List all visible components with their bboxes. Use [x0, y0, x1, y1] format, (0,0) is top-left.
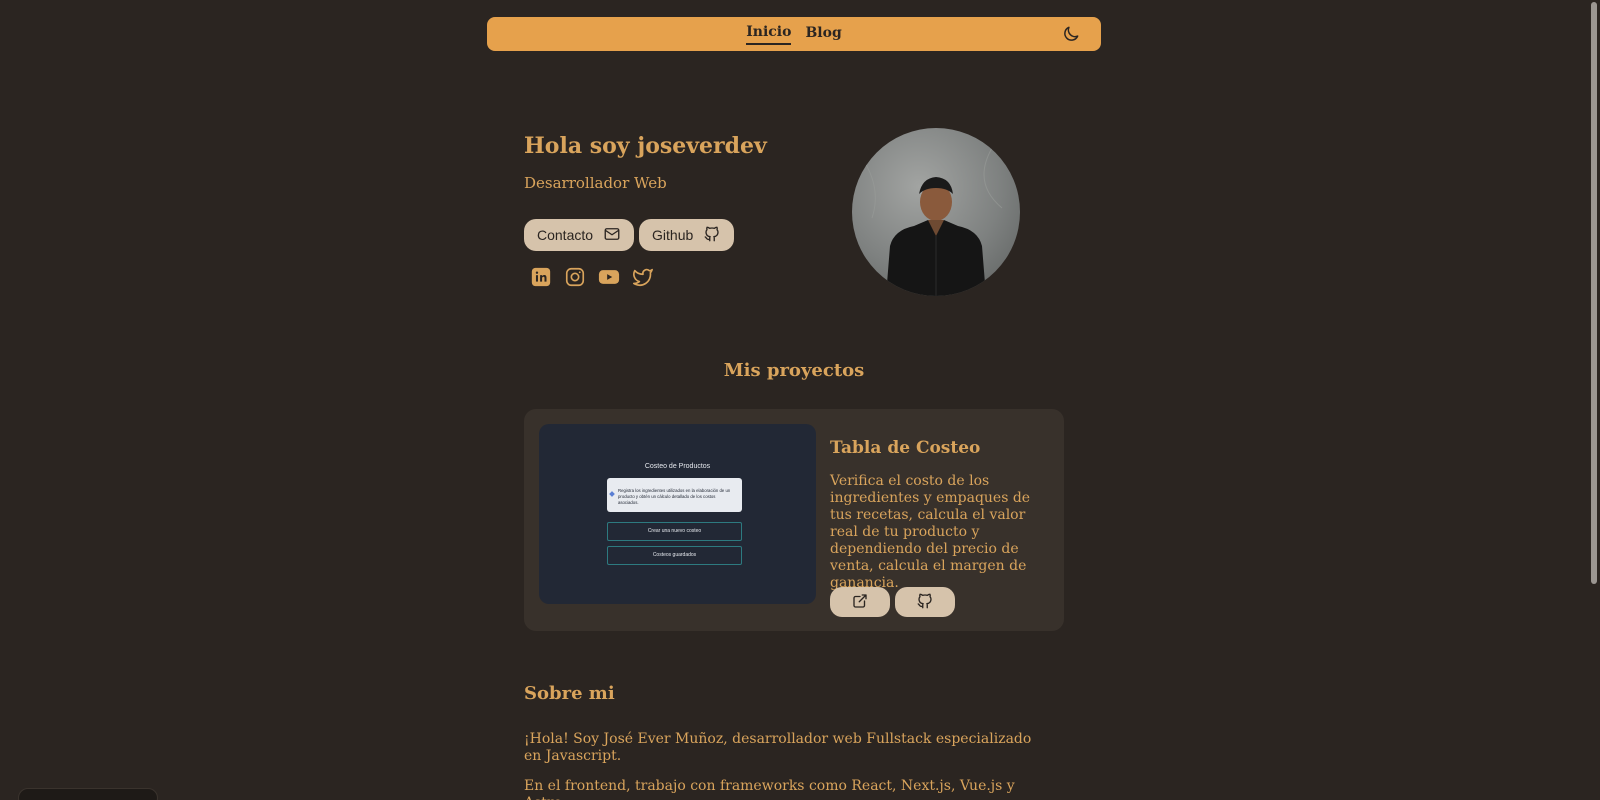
hero-buttons: Contacto Github	[524, 219, 735, 251]
project-github-button[interactable]	[895, 587, 955, 617]
floating-toolbar[interactable]	[18, 788, 158, 800]
contact-button[interactable]: Contacto	[524, 219, 635, 251]
profile-avatar	[852, 128, 1020, 296]
preview-title: Costeo de Productos	[644, 463, 711, 470]
youtube-icon[interactable]	[598, 266, 620, 288]
preview-saved-button: Costeos guardados	[607, 546, 742, 565]
nav-link-blog[interactable]: Blog	[805, 25, 841, 44]
mail-icon	[603, 225, 621, 246]
external-link-icon	[851, 592, 869, 613]
preview-new-button: Crear una nuevo costeo	[607, 522, 742, 541]
linkedin-icon[interactable]	[530, 266, 552, 288]
project-title: Tabla de Costeo	[830, 438, 981, 458]
social-links	[530, 266, 654, 288]
hero-subtitle: Desarrollador Web	[524, 174, 667, 192]
top-navbar: Inicio Blog	[487, 17, 1101, 51]
nav-links: Inicio Blog	[487, 17, 1101, 51]
project-preview-image: Costeo de Productos Registra los ingredi…	[539, 424, 816, 604]
github-icon	[916, 592, 934, 613]
about-paragraph: ¡Hola! Soy José Ever Muñoz, desarrollado…	[524, 731, 1032, 764]
projects-title: Mis proyectos	[723, 360, 865, 381]
project-description: Verifica el costo de los ingredientes y …	[830, 473, 1031, 591]
github-icon	[703, 225, 721, 246]
instagram-icon[interactable]	[564, 266, 586, 288]
scrollbar-thumb[interactable]	[1591, 2, 1597, 584]
pencil-icon	[609, 491, 615, 497]
project-actions	[830, 587, 955, 617]
twitter-icon[interactable]	[632, 266, 654, 288]
github-button-label: Github	[652, 227, 694, 243]
preview-info-text: Registra los ingredientes utilizados en …	[618, 488, 731, 506]
scrollbar[interactable]	[1588, 0, 1600, 800]
nav-link-inicio[interactable]: Inicio	[746, 24, 792, 45]
moon-icon[interactable]	[1061, 24, 1081, 44]
about-paragraph: En el frontend, trabajo con frameworks c…	[524, 778, 1015, 800]
external-link-button[interactable]	[830, 587, 890, 617]
contact-button-label: Contacto	[537, 227, 594, 243]
preview-info-box: Registra los ingredientes utilizados en …	[607, 478, 742, 512]
about-title: Sobre mi	[524, 683, 615, 704]
github-button[interactable]: Github	[639, 219, 735, 251]
hero-title: Hola soy joseverdev	[524, 133, 767, 159]
project-card: Costeo de Productos Registra los ingredi…	[524, 409, 1064, 631]
